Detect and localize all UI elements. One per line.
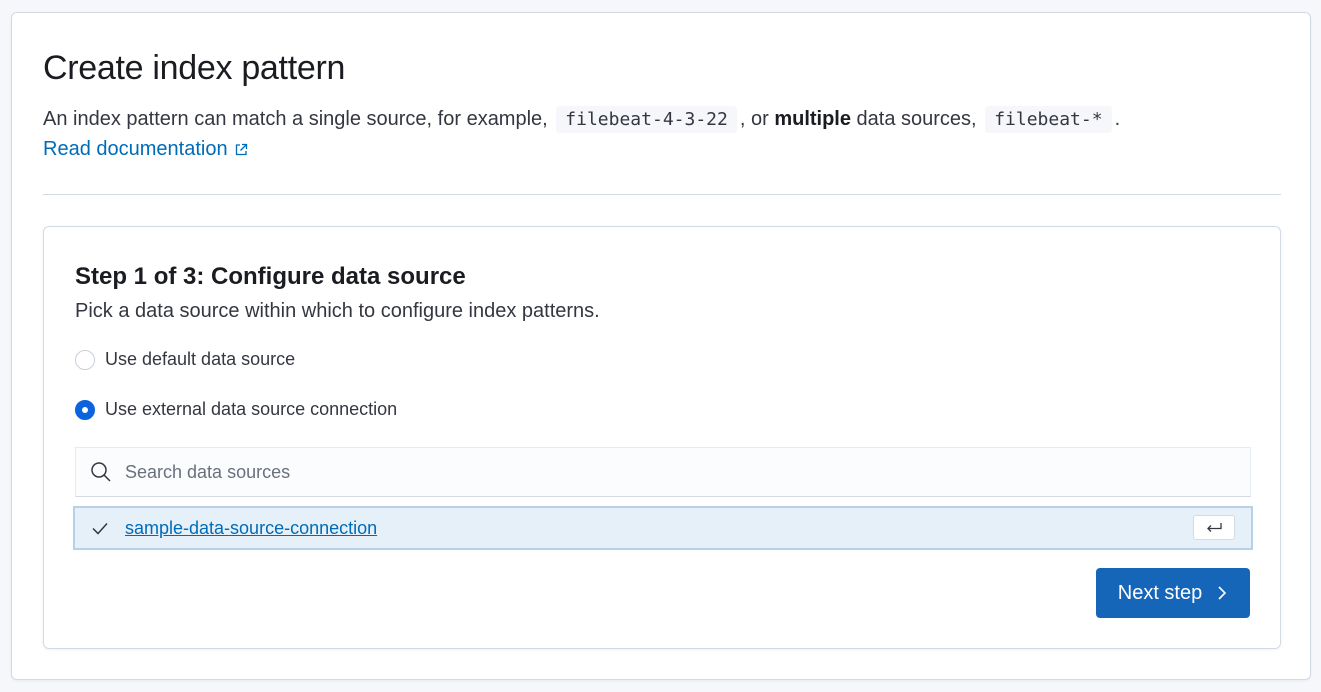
intro-mid2: data sources, bbox=[856, 108, 977, 130]
chevron-right-icon bbox=[1218, 586, 1227, 600]
radio-default-data-source[interactable]: Use default data source bbox=[75, 349, 295, 370]
next-step-label: Next step bbox=[1117, 581, 1203, 604]
step-description: Pick a data source within which to confi… bbox=[75, 300, 600, 322]
external-link-icon bbox=[235, 143, 247, 155]
intro-mid: , or bbox=[739, 108, 769, 130]
data-source-option-label[interactable]: sample-data-source-connection bbox=[125, 518, 377, 539]
header-divider bbox=[43, 194, 1281, 195]
next-step-button[interactable]: Next step bbox=[1096, 568, 1250, 618]
step-title: Step 1 of 3: Configure data source bbox=[75, 263, 466, 290]
intro-text: An index pattern can match a single sour… bbox=[43, 106, 1120, 133]
radio-unchecked-icon[interactable] bbox=[75, 349, 95, 370]
data-source-option[interactable]: sample-data-source-connection bbox=[73, 506, 1253, 550]
read-documentation-link[interactable]: Read documentation bbox=[43, 138, 248, 161]
enter-key-hint bbox=[1193, 515, 1235, 540]
example-multiple-sources: filebeat-* bbox=[985, 106, 1112, 133]
checkmark-icon bbox=[92, 522, 108, 535]
intro-suffix: . bbox=[1114, 108, 1121, 130]
search-input[interactable] bbox=[125, 461, 1125, 483]
intro-prefix: An index pattern can match a single sour… bbox=[43, 108, 548, 130]
page-title: Create index pattern bbox=[43, 49, 346, 87]
read-documentation-label: Read documentation bbox=[43, 138, 228, 160]
radio-external-label: Use external data source connection bbox=[105, 399, 398, 419]
radio-checked-icon[interactable] bbox=[75, 399, 95, 420]
radio-external-data-source[interactable]: Use external data source connection bbox=[75, 399, 397, 420]
create-index-pattern-panel: Create index pattern An index pattern ca… bbox=[11, 12, 1311, 680]
intro-bold-multiple: multiple bbox=[774, 108, 851, 130]
step-card: Step 1 of 3: Configure data source Pick … bbox=[43, 226, 1281, 649]
return-icon bbox=[1207, 522, 1222, 532]
data-source-search[interactable] bbox=[75, 447, 1251, 497]
search-icon bbox=[91, 462, 111, 482]
radio-default-label: Use default data source bbox=[105, 349, 296, 369]
example-single-source: filebeat-4-3-22 bbox=[556, 106, 737, 133]
